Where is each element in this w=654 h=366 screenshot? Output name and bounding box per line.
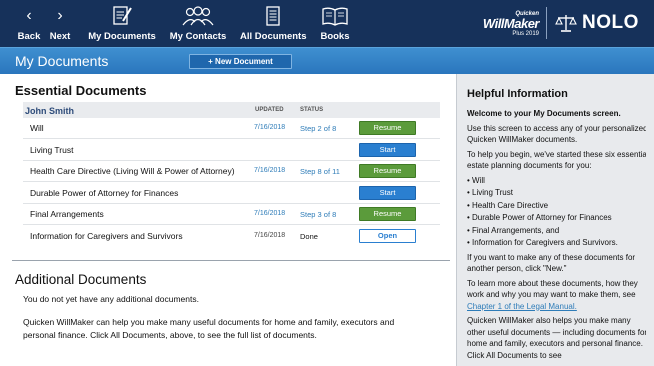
owner-name: John Smith [25,106,74,116]
back-label: Back [17,31,41,42]
help-text: To learn more about these documents, how… [467,278,638,300]
help-paragraph: To learn more about these documents, how… [467,278,651,313]
nolo-logo: NOLO [555,10,639,36]
page-title: My Documents [15,53,109,69]
owner-header-bar [23,102,440,118]
side-panel-scrollbar[interactable] [646,74,654,366]
legal-manual-link[interactable]: Chapter 1 of the Legal Manual. [467,302,577,311]
resume-button[interactable]: Resume [359,207,416,221]
documents-icon [266,6,280,26]
resume-button[interactable]: Resume [359,164,416,178]
additional-documents-heading: Additional Documents [15,272,147,287]
document-name: Health Care Directive (Living Will & Pow… [30,166,235,176]
resume-button[interactable]: Resume [359,121,416,135]
help-paragraph: To help you begin, we've started these s… [467,149,649,171]
books-button[interactable]: Books [316,0,354,47]
help-paragraph: If you want to make any of these documen… [467,252,636,274]
brand-willmaker: WillMaker [482,16,540,31]
document-status: Step 8 of 11 [300,167,340,176]
bullet-item: • Final Arrangements, and [467,225,560,235]
books-label: Books [320,31,350,42]
main-toolbar: ‹ Back › Next My Documents My Contacts A… [0,0,654,47]
document-name: Final Arrangements [30,209,104,219]
column-updated: UPDATED [255,107,284,113]
scales-icon [555,15,577,32]
chevron-right-icon: › [57,7,63,24]
document-updated: 7/16/2018 [254,232,286,239]
bullet-item: • Will [467,175,485,185]
document-row-living-trust[interactable]: Living Trust Start [23,140,440,161]
document-row-will[interactable]: Will 7/16/2018 Step 2 of 8 Resume [23,118,440,139]
no-additional-documents-text: You do not yet have any additional docum… [23,294,199,304]
document-name: Will [30,123,44,133]
new-document-button[interactable]: + New Document [189,54,292,69]
document-status: Step 2 of 8 [300,124,337,133]
next-button[interactable]: › Next [44,0,76,47]
nolo-wordmark: NOLO [582,12,639,33]
bullet-item: • Living Trust [467,188,513,197]
my-contacts-label: My Contacts [169,31,227,42]
all-documents-label: All Documents [240,31,307,42]
my-contacts-button[interactable]: My Contacts [168,0,228,47]
document-row-caregivers-info[interactable]: Information for Caregivers and Survivors… [23,226,440,247]
start-button[interactable]: Start [359,143,416,157]
my-documents-label: My Documents [88,31,156,42]
contacts-icon [182,6,214,26]
document-status: Step 3 of 8 [300,210,337,219]
document-name: Durable Power of Attorney for Finances [30,188,179,198]
essential-documents-heading: Essential Documents [15,83,147,98]
back-button[interactable]: ‹ Back [12,0,46,47]
document-updated: 7/16/2018 [254,167,286,174]
help-paragraph: Use this screen to access any of your pe… [467,123,648,145]
open-button[interactable]: Open [359,229,416,243]
helpful-information-panel: Helpful Information Welcome to your My D… [456,74,654,366]
all-documents-button[interactable]: All Documents [240,0,307,47]
brand-divider [546,7,547,39]
column-status: STATUS [300,107,324,113]
welcome-text: Welcome to your My Documents screen. [467,109,621,118]
additional-documents-help-text: Quicken WillMaker can help you make many… [23,317,395,340]
helpful-information-title: Helpful Information [467,88,568,100]
brand-plus: Plus 2019 [512,31,539,37]
document-pen-icon [113,6,132,25]
document-updated: 7/16/2018 [254,124,286,131]
chevron-left-icon: ‹ [26,7,32,24]
document-row-health-care-directive[interactable]: Health Care Directive (Living Will & Pow… [23,161,440,182]
document-name: Living Trust [30,145,74,155]
document-row-power-of-attorney[interactable]: Durable Power of Attorney for Finances S… [23,183,440,204]
document-name: Information for Caregivers and Survivors [30,231,183,241]
section-divider [12,260,450,261]
document-row-final-arrangements[interactable]: Final Arrangements 7/16/2018 Step 3 of 8… [23,204,440,225]
willmaker-logo: Quicken WillMaker Plus 2019 [479,7,540,41]
bullet-item: • Durable Power of Attorney for Finances [467,213,612,222]
title-bar: My Documents + New Document [0,47,654,74]
next-label: Next [49,31,71,42]
document-status: Done [300,232,318,241]
document-updated: 7/16/2018 [254,210,286,217]
start-button[interactable]: Start [359,186,416,200]
book-icon [322,7,348,26]
bullet-item: • Information for Caregivers and Survivo… [467,238,618,247]
help-paragraph: Quicken WillMaker also helps you make ma… [467,316,648,360]
my-documents-button[interactable]: My Documents [88,0,156,47]
bullet-item: • Health Care Directive [467,200,549,210]
